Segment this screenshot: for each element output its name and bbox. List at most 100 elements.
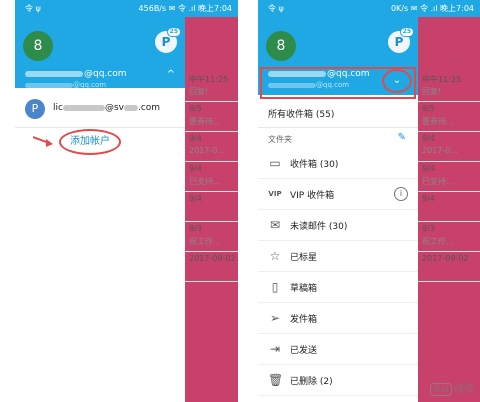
status-left: 令 ψ [268, 4, 284, 13]
account-switch-chevron-icon[interactable]: ⌄ [382, 69, 412, 93]
menu-item-label: 未读邮件 (30) [290, 222, 348, 232]
all-inboxes-label: 所有收件箱 (55) [268, 110, 335, 120]
drawer-header: 8 P 25 @qq.com @qq.com ⌄ [258, 17, 418, 99]
mail-subject: 惠券待... [422, 117, 454, 126]
account-avatar[interactable]: 8 [266, 31, 296, 61]
mail-time: 9/3 [422, 224, 435, 233]
left-phone-screen: 令 ψ 456B/s ✉ 令 .ıl 晚上7:04 中午11:25 回复! 9/… [15, 0, 238, 402]
email-domain: @qq.com [327, 69, 370, 79]
add-account-button[interactable]: 添加帐户 [59, 129, 121, 155]
current-account-email: @qq.com [268, 69, 370, 79]
right-phone-screen: 令 ψ 0K/s ✉ 令 .ıl 晚上7:04 中午11:25 回复! 9/5 … [258, 0, 480, 402]
account-list-item[interactable]: P lic @sv .com [15, 95, 185, 128]
email-domain: @qq.com [84, 69, 127, 79]
menu-item-drafts[interactable]: ▯ 草稿箱 [258, 272, 418, 303]
mail-row[interactable]: 2017-09-02... [185, 252, 238, 282]
mail-subject: 祝工作... [422, 237, 454, 246]
menu-item-outbox[interactable]: ➢ 发件箱 [258, 303, 418, 334]
menu-item-starred[interactable]: ☆ 已标星 [258, 241, 418, 272]
email-prefix: lic [53, 103, 63, 113]
mail-row[interactable]: 9/4 2017-0... [185, 132, 238, 162]
trash-icon: 🗑 [268, 373, 284, 387]
redacted-text [268, 70, 326, 77]
mail-row[interactable]: 9/4 [185, 192, 238, 222]
vip-icon: VIP [268, 190, 282, 198]
mail-row[interactable]: 9/5 惠券待... [185, 102, 238, 132]
mail-subject: 已支持... [189, 177, 221, 186]
info-icon[interactable]: i [394, 187, 408, 201]
watermark-logo: Bai [430, 383, 452, 396]
account-avatar: P [25, 99, 45, 119]
mail-subject: 2017-0... [422, 146, 458, 155]
mail-row[interactable]: 9/5 惠券待... [418, 102, 480, 132]
mail-time: 9/4 [422, 134, 435, 143]
menu-item-label: 已删除 (2) [290, 377, 333, 387]
email-tld: .com [137, 103, 161, 113]
menu-item-unread[interactable]: ✉ 未读邮件 (30) [258, 210, 418, 241]
mail-subject: 已支持... [422, 177, 454, 186]
mail-time: 中午11:25 [422, 75, 462, 84]
mail-row[interactable]: 9/3 祝工作... [185, 222, 238, 252]
mail-time: 9/4 [189, 164, 202, 173]
red-arrow-annotation [33, 136, 53, 147]
email-part: @sv [104, 103, 124, 113]
mail-row[interactable]: 9/4 2017-0... [418, 132, 480, 162]
star-icon: ☆ [269, 249, 281, 263]
mail-subject: 祝工作... [189, 237, 221, 246]
mail-subject: 惠券待... [189, 117, 221, 126]
avatar-letter: P [394, 35, 404, 49]
chevron-up-icon[interactable]: ^ [167, 69, 175, 80]
menu-item-inbox[interactable]: ▭ 收件箱 (30) [258, 148, 418, 179]
menu-item-sent[interactable]: ⇥ 已发送 [258, 334, 418, 365]
current-account-email: @qq.com [25, 69, 127, 79]
redacted-text [268, 82, 316, 88]
all-inboxes-item[interactable]: 所有收件箱 (55) [258, 99, 418, 128]
folder-menu: 所有收件箱 (55) 文件夹 ✎ ▭ 收件箱 (30) VIP VIP 收件箱 … [258, 99, 418, 396]
avatar-letter: P [161, 35, 171, 49]
folder-drawer: 8 P 25 @qq.com @qq.com ⌄ 所有收件箱 (55) 文件夹 … [258, 17, 418, 402]
mail-row[interactable]: 中午11:25 回复! [185, 72, 238, 102]
status-bar: 令 ψ 456B/s ✉ 令 .ıl 晚上7:04 [15, 0, 238, 17]
mail-time: 中午11:25 [189, 75, 229, 84]
mail-time: 9/4 [422, 164, 435, 173]
background-mail-list: 中午11:25 回复! 9/5 惠券待... 9/4 2017-0... 9/4… [185, 72, 238, 282]
email-domain: @qq.com [316, 81, 350, 89]
mail-subject: 2017-0... [189, 146, 225, 155]
folder-section-header: 文件夹 ✎ [258, 128, 418, 148]
status-right: 0K/s ✉ 令 .ıl 晚上7:04 [390, 4, 474, 13]
secondary-account-avatar[interactable]: P 25 [155, 27, 181, 53]
unread-badge: 25 [166, 27, 181, 37]
mail-row[interactable]: 2017-09-02 [418, 252, 480, 282]
menu-item-label: VIP 收件箱 [290, 191, 335, 201]
redacted-text [25, 70, 83, 77]
mail-row[interactable]: 9/4 已支持... [418, 162, 480, 192]
menu-item-deleted[interactable]: 🗑 已删除 (2) [258, 365, 418, 396]
account-avatar[interactable]: 8 [23, 31, 53, 61]
sent-icon: ⇥ [269, 342, 281, 356]
screenshot-frame: 令 ψ 456B/s ✉ 令 .ıl 晚上7:04 中午11:25 回复! 9/… [0, 0, 480, 402]
drawer-header: 8 P 25 @qq.com @qq.com ^ [15, 17, 185, 89]
mail-row[interactable]: 中午11:25 回复! [418, 72, 480, 102]
mail-row[interactable]: 9/4 已支持... [185, 162, 238, 192]
mail-time: 9/4 [189, 194, 202, 203]
outbox-icon: ➢ [269, 311, 281, 325]
status-right: 456B/s ✉ 令 .ıl 晚上7:04 [138, 4, 232, 13]
menu-item-label: 草稿箱 [290, 284, 318, 294]
mail-row[interactable]: 9/3 祝工作... [418, 222, 480, 252]
account-email: lic @sv .com [53, 103, 160, 113]
mail-row[interactable]: 9/4 [418, 192, 480, 222]
draft-icon: ▯ [271, 280, 279, 294]
account-drawer: 8 P 25 @qq.com @qq.com ^ P lic @sv .com [15, 17, 185, 402]
mail-time: 9/3 [189, 224, 202, 233]
menu-item-label: 收件箱 (30) [290, 160, 339, 170]
mail-time: 9/5 [422, 104, 435, 113]
mail-time: 9/5 [189, 104, 202, 113]
baidu-jingyan-watermark: Bai 经验 [430, 380, 474, 396]
edit-pencil-icon[interactable]: ✎ [398, 132, 406, 143]
menu-item-vip[interactable]: VIP VIP 收件箱 i [258, 179, 418, 210]
mail-time: 9/4 [422, 194, 435, 203]
secondary-account-avatar[interactable]: P 25 [388, 27, 414, 53]
status-bar: 令 ψ 0K/s ✉ 令 .ıl 晚上7:04 [258, 0, 480, 17]
current-account-email-secondary: @qq.com [25, 81, 106, 89]
current-account-email-secondary: @qq.com [268, 81, 349, 89]
